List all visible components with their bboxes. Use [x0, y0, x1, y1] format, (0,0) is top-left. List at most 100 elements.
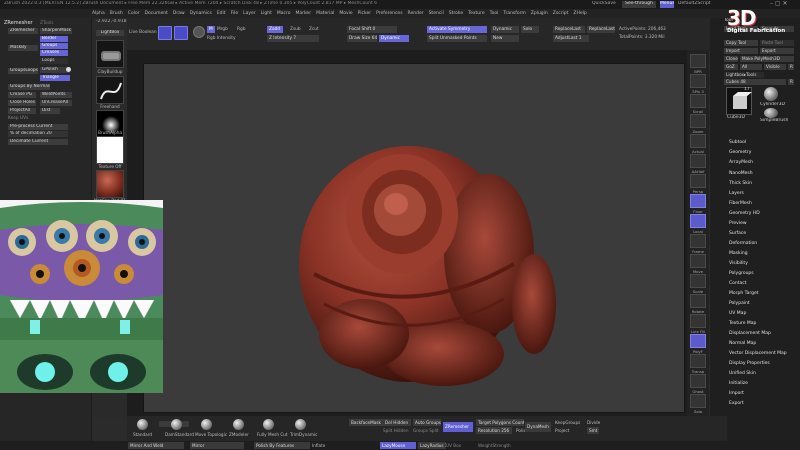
rgb-label[interactable]: Rgb	[237, 27, 245, 32]
menu-brush[interactable]: Brush	[110, 11, 123, 16]
all-button[interactable]: All	[740, 64, 762, 70]
zsub-toggle[interactable]: Zsub	[290, 27, 301, 32]
smt-toggle[interactable]: Smt	[587, 427, 599, 434]
menu-stroke[interactable]: Stroke	[449, 11, 463, 16]
preview-menu[interactable]: Preview	[729, 221, 747, 226]
unified-skin-menu[interactable]: Unified Skin	[729, 371, 756, 376]
displacement-map-menu[interactable]: Displacement Map	[729, 331, 771, 336]
bpr-icon[interactable]	[690, 54, 706, 68]
line-fill-icon[interactable]	[690, 314, 706, 328]
close-holes-button[interactable]: Close Holes	[8, 100, 36, 106]
dynamic-toggle[interactable]: Dynamic	[379, 35, 409, 42]
menu-light[interactable]: Light	[261, 11, 272, 16]
groups-split-button[interactable]: Groups Split	[413, 428, 439, 433]
groups-button[interactable]: Groups	[40, 43, 68, 49]
layers-menu[interactable]: Layers	[729, 191, 744, 196]
initialize-menu[interactable]: Initialize	[729, 381, 748, 386]
paste-tool-button[interactable]: Paste Tool	[760, 40, 794, 46]
crease-pg-button[interactable]: Crease PG	[8, 92, 36, 98]
menu-movie[interactable]: Movie	[339, 11, 352, 16]
new-button[interactable]: New	[491, 35, 519, 42]
floor-icon[interactable]	[690, 194, 706, 208]
triangle-button[interactable]: Triangle	[40, 75, 70, 81]
mrgb-label[interactable]: Mrgb	[217, 27, 228, 32]
zremesher-button[interactable]: ZRemesher	[8, 28, 38, 34]
border-button[interactable]: Border	[40, 36, 68, 42]
polypaint-menu[interactable]: Polypaint	[729, 301, 750, 306]
simplebrush-icon[interactable]	[764, 108, 778, 118]
menus-button[interactable]: Menus	[660, 1, 674, 8]
r-button[interactable]: R	[788, 64, 794, 70]
preprocess-current-button[interactable]: Pre-process Current	[8, 124, 68, 130]
solo-icon[interactable]	[690, 394, 706, 408]
standard-brush-icon[interactable]	[137, 419, 148, 430]
stroke-thumbnail[interactable]	[96, 76, 124, 104]
viewport-canvas[interactable]	[143, 63, 685, 413]
scale-icon[interactable]	[690, 274, 706, 288]
contact-menu[interactable]: Contact	[729, 281, 747, 286]
loops-button[interactable]: Loops	[40, 58, 68, 64]
menu-texture[interactable]: Texture	[468, 11, 484, 16]
display-properties-menu[interactable]: Display Properties	[729, 361, 770, 366]
draw-size-slider[interactable]: Draw Size 64	[347, 35, 377, 42]
export-menu[interactable]: Export	[729, 401, 744, 406]
menu-color[interactable]: Color	[128, 11, 140, 16]
see-through-slider[interactable]: See-through	[622, 1, 656, 8]
menu-material[interactable]: Material	[316, 11, 334, 16]
import-button[interactable]: Import	[724, 48, 758, 54]
gpolish-knob-icon[interactable]	[66, 67, 71, 72]
creases-button[interactable]: Creases	[40, 50, 68, 56]
geometry-hd-menu[interactable]: Geometry HD	[729, 211, 760, 216]
menu-draw[interactable]: Draw	[173, 11, 185, 16]
scroll-icon[interactable]	[690, 94, 706, 108]
goz-button[interactable]: GoZ	[724, 64, 738, 70]
make-polymesh-button[interactable]: Make PolyMesh3D	[740, 56, 794, 62]
groups-loops-button[interactable]: GroupsLoops	[8, 68, 38, 74]
vector-displacement-map-menu[interactable]: Vector Displacement Map	[729, 351, 787, 356]
menu-edit[interactable]: Edit	[217, 11, 226, 16]
activate-symmetry-button[interactable]: Activate Symmetry	[427, 26, 487, 33]
menu-document[interactable]: Document	[145, 11, 168, 16]
weight-strength-slider[interactable]: WeightStrength	[478, 443, 511, 448]
default-zscript-button[interactable]: DefaultZScript	[678, 1, 711, 7]
live-boolean-label[interactable]: Live Boolean	[129, 30, 157, 35]
weld-points-button[interactable]: WeldPoints	[40, 92, 72, 98]
cylinder3d-icon[interactable]	[764, 87, 778, 101]
menu-layer[interactable]: Layer	[243, 11, 256, 16]
visible-button[interactable]: Visible	[764, 64, 786, 70]
damstandard-brush-icon[interactable]	[171, 419, 182, 430]
hpolish-brush-icon[interactable]	[263, 419, 274, 430]
masking-menu[interactable]: Masking	[729, 251, 748, 256]
lazy-radius-slider[interactable]: LazyRadius 1	[418, 442, 446, 449]
del-hidden-button[interactable]: Del Hidden	[383, 419, 411, 426]
menu-marker[interactable]: Marker	[296, 11, 312, 16]
menu-picker[interactable]: Picker	[358, 11, 371, 16]
menu-render[interactable]: Render	[408, 11, 424, 16]
backface-mask-button[interactable]: BackfaceMask	[349, 419, 385, 426]
target-polygons-slider[interactable]: Target Polygons Count 5	[476, 419, 524, 426]
draw-icon[interactable]	[174, 26, 188, 40]
split-hidden-button[interactable]: Split Hidden	[383, 428, 408, 433]
menu-zscript[interactable]: Zscript	[553, 11, 569, 16]
menu-preferences[interactable]: Preferences	[376, 11, 402, 16]
menu-zhelp[interactable]: ZHelp	[573, 11, 586, 16]
lightbox-button[interactable]: LightBox	[96, 30, 124, 36]
mrgb-toggle[interactable]: M	[207, 26, 215, 33]
surface-menu[interactable]: Surface	[729, 231, 746, 236]
menu-alpha[interactable]: Alpha	[92, 11, 105, 16]
spix-icon[interactable]	[690, 74, 706, 88]
window-controls-icon[interactable]: – ▢ ✕	[770, 0, 788, 7]
frame-icon[interactable]	[690, 234, 706, 248]
inflate-slider[interactable]: Inflate	[312, 443, 325, 448]
aahalf-icon[interactable]	[690, 154, 706, 168]
sharpen-mask-button[interactable]: SharpenMask	[40, 28, 72, 34]
lazy-mouse-button[interactable]: LazyMouse	[380, 442, 416, 449]
thick-skin-menu[interactable]: Thick Skin	[729, 181, 752, 186]
r-button-2[interactable]: R	[788, 79, 794, 85]
maskbyfeature-button[interactable]: MaskBy	[8, 45, 38, 51]
lightbox-tools-button[interactable]: Lightbox▸Tools	[724, 72, 764, 78]
decimation-slider[interactable]: % of decimation 20	[8, 131, 68, 137]
uv-box-button[interactable]: UV Box	[446, 443, 461, 448]
rotate-icon[interactable]	[690, 294, 706, 308]
groups-by-normals-button[interactable]: Groups By Normals	[8, 84, 50, 90]
